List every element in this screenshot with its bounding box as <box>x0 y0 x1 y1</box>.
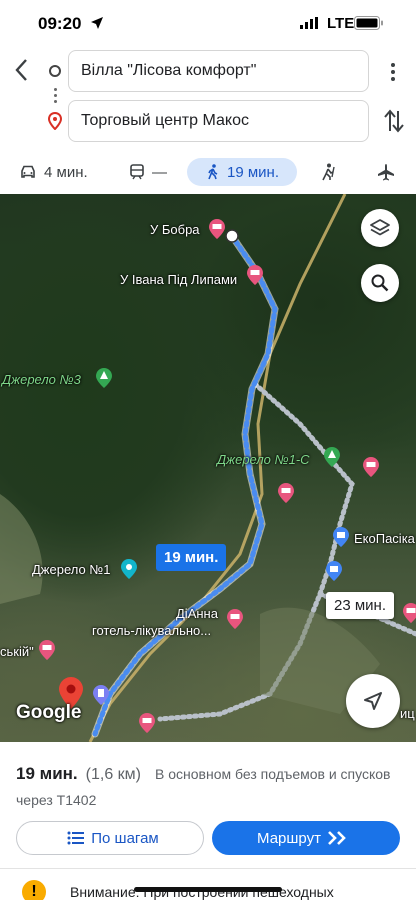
double-chevron-icon <box>328 831 346 845</box>
steps-button-label: По шагам <box>91 829 159 847</box>
car-icon <box>21 165 35 178</box>
poi-label[interactable]: ській" <box>0 644 34 659</box>
maps-app: 09:20 LTE Вілла "Лісова комфорт" Торговы… <box>0 0 416 900</box>
travel-mode-bar: 4 мин. — 19 мин. <box>0 150 416 194</box>
route-via: через Т1402 <box>16 792 97 808</box>
route-details-sheet: 19 мин. (1,6 км) В основном без подъемов… <box>0 742 416 900</box>
origin-input[interactable]: Вілла "Лісова комфорт" <box>68 50 369 92</box>
hotel-pin-icon[interactable] <box>38 639 56 661</box>
origin-dot-icon <box>49 65 61 77</box>
location-arrow-icon <box>91 17 103 29</box>
mode-flight[interactable] <box>377 158 403 186</box>
poi-label[interactable]: ДіАнна <box>176 606 218 621</box>
list-icon <box>67 831 85 845</box>
hotel-pin-icon[interactable] <box>208 218 226 240</box>
ride-icon <box>322 163 335 181</box>
attraction-pin-icon[interactable] <box>120 558 138 580</box>
mode-transit[interactable]: — <box>130 158 167 186</box>
steps-button[interactable]: По шагам <box>16 821 204 855</box>
hotel-pin-icon[interactable] <box>246 264 264 286</box>
mode-ride[interactable] <box>320 158 344 186</box>
summary-distance: (1,6 км) <box>85 766 141 783</box>
shop-pin-icon[interactable] <box>332 526 350 548</box>
divider <box>0 868 416 869</box>
flight-icon <box>378 164 394 181</box>
start-route-button[interactable]: Маршрут <box>212 821 400 855</box>
search-along-route-button[interactable] <box>361 264 399 302</box>
route-summary: 19 мин. (1,6 км) В основном без подъемов… <box>16 764 390 784</box>
poi-label[interactable]: У Івана Під Липами <box>120 272 237 287</box>
battery-icon <box>354 16 383 30</box>
poi-label[interactable]: иц <box>400 706 415 721</box>
walk-icon <box>208 164 218 180</box>
back-icon[interactable] <box>10 56 34 84</box>
poi-label[interactable]: готель-лікувально... <box>92 623 211 638</box>
status-time: 09:20 <box>38 14 82 33</box>
mode-walk[interactable]: 19 мин. <box>187 158 297 186</box>
shop-pin-icon[interactable] <box>325 560 343 582</box>
spring-pin-icon[interactable] <box>323 446 341 468</box>
hotel-pin-icon[interactable] <box>362 456 380 478</box>
poi-label[interactable]: Джерело №1 <box>32 562 111 577</box>
mode-car[interactable]: 4 мин. <box>20 158 88 186</box>
swap-icon[interactable] <box>383 108 405 134</box>
layers-button[interactable] <box>361 209 399 247</box>
mode-car-label: 4 мин. <box>44 163 88 181</box>
summary-time: 19 мин. <box>16 764 78 783</box>
destination-pin-icon <box>48 112 62 130</box>
warning-icon: ! <box>22 880 46 900</box>
my-location-button[interactable] <box>346 674 400 728</box>
hotel-pin-icon[interactable] <box>226 608 244 630</box>
poi-label[interactable]: У Бобра <box>150 222 200 237</box>
navigation-arrow-icon <box>364 692 382 710</box>
layers-icon <box>370 219 390 236</box>
fuel-pin-icon[interactable] <box>92 684 110 706</box>
more-options-icon[interactable] <box>383 62 403 82</box>
poi-label[interactable]: ЕкоПасіка <box>354 531 415 546</box>
route-button-label: Маршрут <box>257 829 321 847</box>
home-indicator[interactable] <box>134 887 282 892</box>
map-view[interactable]: У Бобра У Івана Під Липами Джерело №3 Дж… <box>0 194 416 742</box>
route-dots-icon <box>54 88 57 106</box>
signal-icon <box>300 17 318 29</box>
transit-icon <box>130 164 144 180</box>
hotel-pin-icon[interactable] <box>277 482 295 504</box>
spring-pin-icon[interactable] <box>95 367 113 389</box>
summary-note: В основном без подъемов и спусков <box>155 766 391 782</box>
poi-label[interactable]: Джерело №1-С <box>217 452 310 467</box>
mode-walk-label: 19 мин. <box>227 163 279 181</box>
google-logo: Google <box>16 702 82 723</box>
search-icon <box>371 274 389 292</box>
destination-input[interactable]: Торговый центр Макос <box>68 100 369 142</box>
poi-label[interactable]: Джерело №3 <box>2 372 81 387</box>
route-time-bubble[interactable]: 19 мин. <box>156 544 227 571</box>
network-type: LTE <box>327 15 355 32</box>
alt-route-time-bubble[interactable]: 23 мин. <box>326 592 394 619</box>
hotel-pin-icon[interactable] <box>402 602 416 624</box>
mode-transit-label: — <box>152 163 167 181</box>
status-bar: 09:20 LTE <box>0 0 416 48</box>
hotel-pin-icon[interactable] <box>138 712 156 734</box>
